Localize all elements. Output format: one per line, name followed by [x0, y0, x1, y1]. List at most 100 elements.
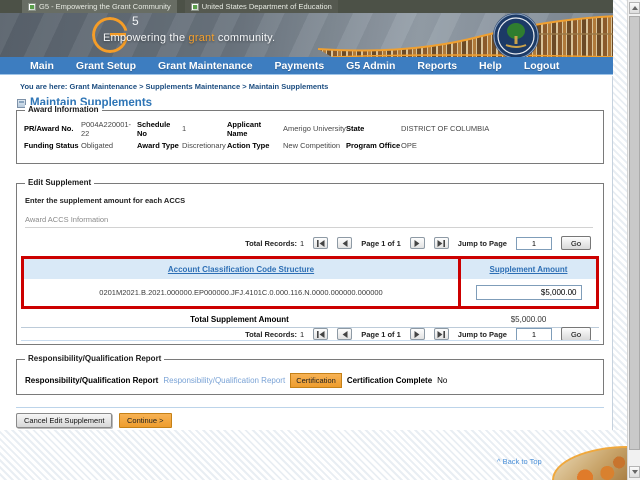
- scrollbar-thumb[interactable]: [629, 16, 640, 450]
- jump-to-page-input[interactable]: [516, 237, 552, 250]
- last-page-icon[interactable]: [434, 237, 449, 249]
- scroll-down-icon[interactable]: [629, 466, 640, 478]
- state-value: DISTRICT OF COLUMBIA: [401, 124, 599, 133]
- prev-page-icon[interactable]: [337, 328, 352, 340]
- prev-page-icon[interactable]: [337, 237, 352, 249]
- certification-button[interactable]: Certification: [290, 373, 342, 388]
- total-supplement-label: Total Supplement Amount: [21, 315, 458, 324]
- nav-item-reports[interactable]: Reports: [417, 60, 457, 72]
- bookshelf-swoosh-image: [318, 13, 613, 57]
- action-type-value: New Competition: [283, 141, 346, 150]
- scroll-up-icon[interactable]: [629, 2, 640, 14]
- nav-item-grant-setup[interactable]: Grant Setup: [76, 60, 136, 72]
- jump-to-page-label: Jump to Page: [458, 239, 507, 248]
- tab-favicon-icon: [28, 3, 36, 11]
- back-to-top-link[interactable]: ^ Back to Top: [497, 457, 542, 466]
- breadcrumb: You are here: Grant Maintenance > Supple…: [20, 82, 328, 91]
- program-office-value: OPE: [401, 141, 599, 150]
- total-supplement-row: Total Supplement Amount $5,000.00: [21, 312, 599, 328]
- first-page-icon[interactable]: [313, 237, 328, 249]
- nav-item-grant-maintenance[interactable]: Grant Maintenance: [158, 60, 253, 72]
- last-page-icon[interactable]: [434, 328, 449, 340]
- responsibility-report-legend: Responsibility/Qualification Report: [25, 354, 164, 363]
- accs-pagination-top: Total Records: 1 Page 1 of 1 Jump to Pag…: [245, 236, 591, 250]
- accs-code-value: 0201M2021.B.2021.000000.EP000000.JFJ.410…: [99, 288, 382, 297]
- tab-favicon-icon: [191, 3, 199, 11]
- responsibility-report-row: Responsibility/Qualification Report Resp…: [25, 373, 447, 388]
- go-button[interactable]: Go: [561, 236, 591, 250]
- nav-item-payments[interactable]: Payments: [275, 60, 325, 72]
- go-button[interactable]: Go: [561, 327, 591, 341]
- action-type-label: Action Type: [227, 141, 283, 150]
- g5-application-window: G5 - Empowering the Grant Community Unit…: [0, 0, 640, 480]
- funding-status-label: Funding Status: [24, 141, 81, 150]
- supplement-amount-sort-link[interactable]: Supplement Amount: [490, 265, 568, 274]
- applicant-name-value: Amerigo University: [283, 124, 346, 133]
- next-page-icon[interactable]: [410, 328, 425, 340]
- vertical-scrollbar[interactable]: [627, 0, 640, 480]
- first-page-icon[interactable]: [313, 328, 328, 340]
- pr-award-no-label: PR/Award No.: [24, 124, 81, 133]
- bottom-margin-stripes: [0, 430, 627, 480]
- total-records-label: Total Records:: [245, 239, 297, 248]
- accs-table: Account Classification Code Structure Su…: [21, 256, 599, 309]
- responsibility-report-fieldset: Responsibility/Qualification Report Resp…: [16, 359, 604, 395]
- pr-award-no-value: P004A220001-22: [81, 120, 137, 138]
- nav-item-help[interactable]: Help: [479, 60, 502, 72]
- tab-doe-label: United States Department of Education: [202, 2, 332, 11]
- award-accs-subsection: Award ACCS Information: [25, 215, 593, 228]
- award-type-value: Discretionary: [182, 141, 227, 150]
- award-type-label: Award Type: [137, 141, 182, 150]
- edit-supplement-legend: Edit Supplement: [25, 178, 94, 187]
- jump-to-page-input[interactable]: [516, 328, 552, 341]
- award-information-legend: Award Information: [25, 105, 102, 114]
- supplement-instruction: Enter the supplement amount for each ACC…: [25, 196, 185, 205]
- right-margin-stripes: [613, 0, 627, 480]
- window-tab-bar: G5 - Empowering the Grant Community Unit…: [0, 0, 613, 13]
- schedule-no-label: Schedule No: [137, 120, 182, 138]
- supplement-amount-input[interactable]: [476, 285, 582, 300]
- page-indicator: Page 1 of 1: [361, 330, 401, 339]
- breadcrumb-path[interactable]: Grant Maintenance > Supplements Maintena…: [69, 82, 328, 91]
- cancel-edit-supplement-button[interactable]: Cancel Edit Supplement: [16, 413, 112, 428]
- tab-doe[interactable]: United States Department of Education: [185, 0, 338, 13]
- table-row-amount-cell: [458, 279, 596, 306]
- breadcrumb-prefix: You are here:: [20, 82, 67, 91]
- certification-complete-value: No: [437, 376, 447, 385]
- edit-supplement-fieldset: Edit Supplement Enter the supplement amo…: [16, 183, 604, 345]
- g5-logo-number: 5: [132, 14, 139, 28]
- schedule-no-value: 1: [182, 124, 227, 133]
- page-indicator: Page 1 of 1: [361, 239, 401, 248]
- total-records-value: 1: [300, 239, 304, 248]
- continue-button[interactable]: Continue >: [119, 413, 172, 428]
- award-information-fieldset: Award Information PR/Award No. P004A2200…: [16, 110, 604, 164]
- award-info-grid: PR/Award No. P004A220001-22 Schedule No …: [24, 120, 599, 154]
- header-tagline: Empowering the grant community.: [103, 32, 275, 44]
- jump-to-page-label: Jump to Page: [458, 330, 507, 339]
- accs-column-sort-link[interactable]: Account Classification Code Structure: [168, 265, 314, 274]
- state-label: State: [346, 124, 401, 133]
- section-divider: [16, 407, 604, 408]
- tab-g5-label: G5 - Empowering the Grant Community: [39, 2, 171, 11]
- accs-header-cell: Account Classification Code Structure: [24, 259, 458, 279]
- nav-item-logout[interactable]: Logout: [524, 60, 560, 72]
- funding-status-value: Obligated: [81, 141, 137, 150]
- header-banner: 5 Empowering the grant community.: [0, 13, 613, 57]
- tab-g5[interactable]: G5 - Empowering the Grant Community: [22, 0, 177, 13]
- total-supplement-value: $5,000.00: [458, 315, 599, 324]
- nav-item-main[interactable]: Main: [30, 60, 54, 72]
- supplement-amount-header-cell: Supplement Amount: [458, 259, 596, 279]
- applicant-name-label: Applicant Name: [227, 120, 283, 138]
- next-page-icon[interactable]: [410, 237, 425, 249]
- accs-pagination-bottom: Total Records: 1 Page 1 of 1 Jump to Pag…: [245, 327, 591, 341]
- dept-of-education-seal-icon: [492, 13, 540, 57]
- nav-item-g5-admin[interactable]: G5 Admin: [346, 60, 395, 72]
- total-records-label: Total Records:: [245, 330, 297, 339]
- certification-complete-label: Certification Complete: [347, 376, 432, 385]
- responsibility-report-label: Responsibility/Qualification Report: [25, 376, 158, 385]
- responsibility-report-link[interactable]: Responsibility/Qualification Report: [163, 376, 285, 385]
- total-records-value: 1: [300, 330, 304, 339]
- program-office-label: Program Office: [346, 141, 401, 150]
- main-nav-bar: Main Grant Setup Grant Maintenance Payme…: [0, 57, 613, 75]
- table-row: 0201M2021.B.2021.000000.EP000000.JFJ.410…: [24, 279, 458, 306]
